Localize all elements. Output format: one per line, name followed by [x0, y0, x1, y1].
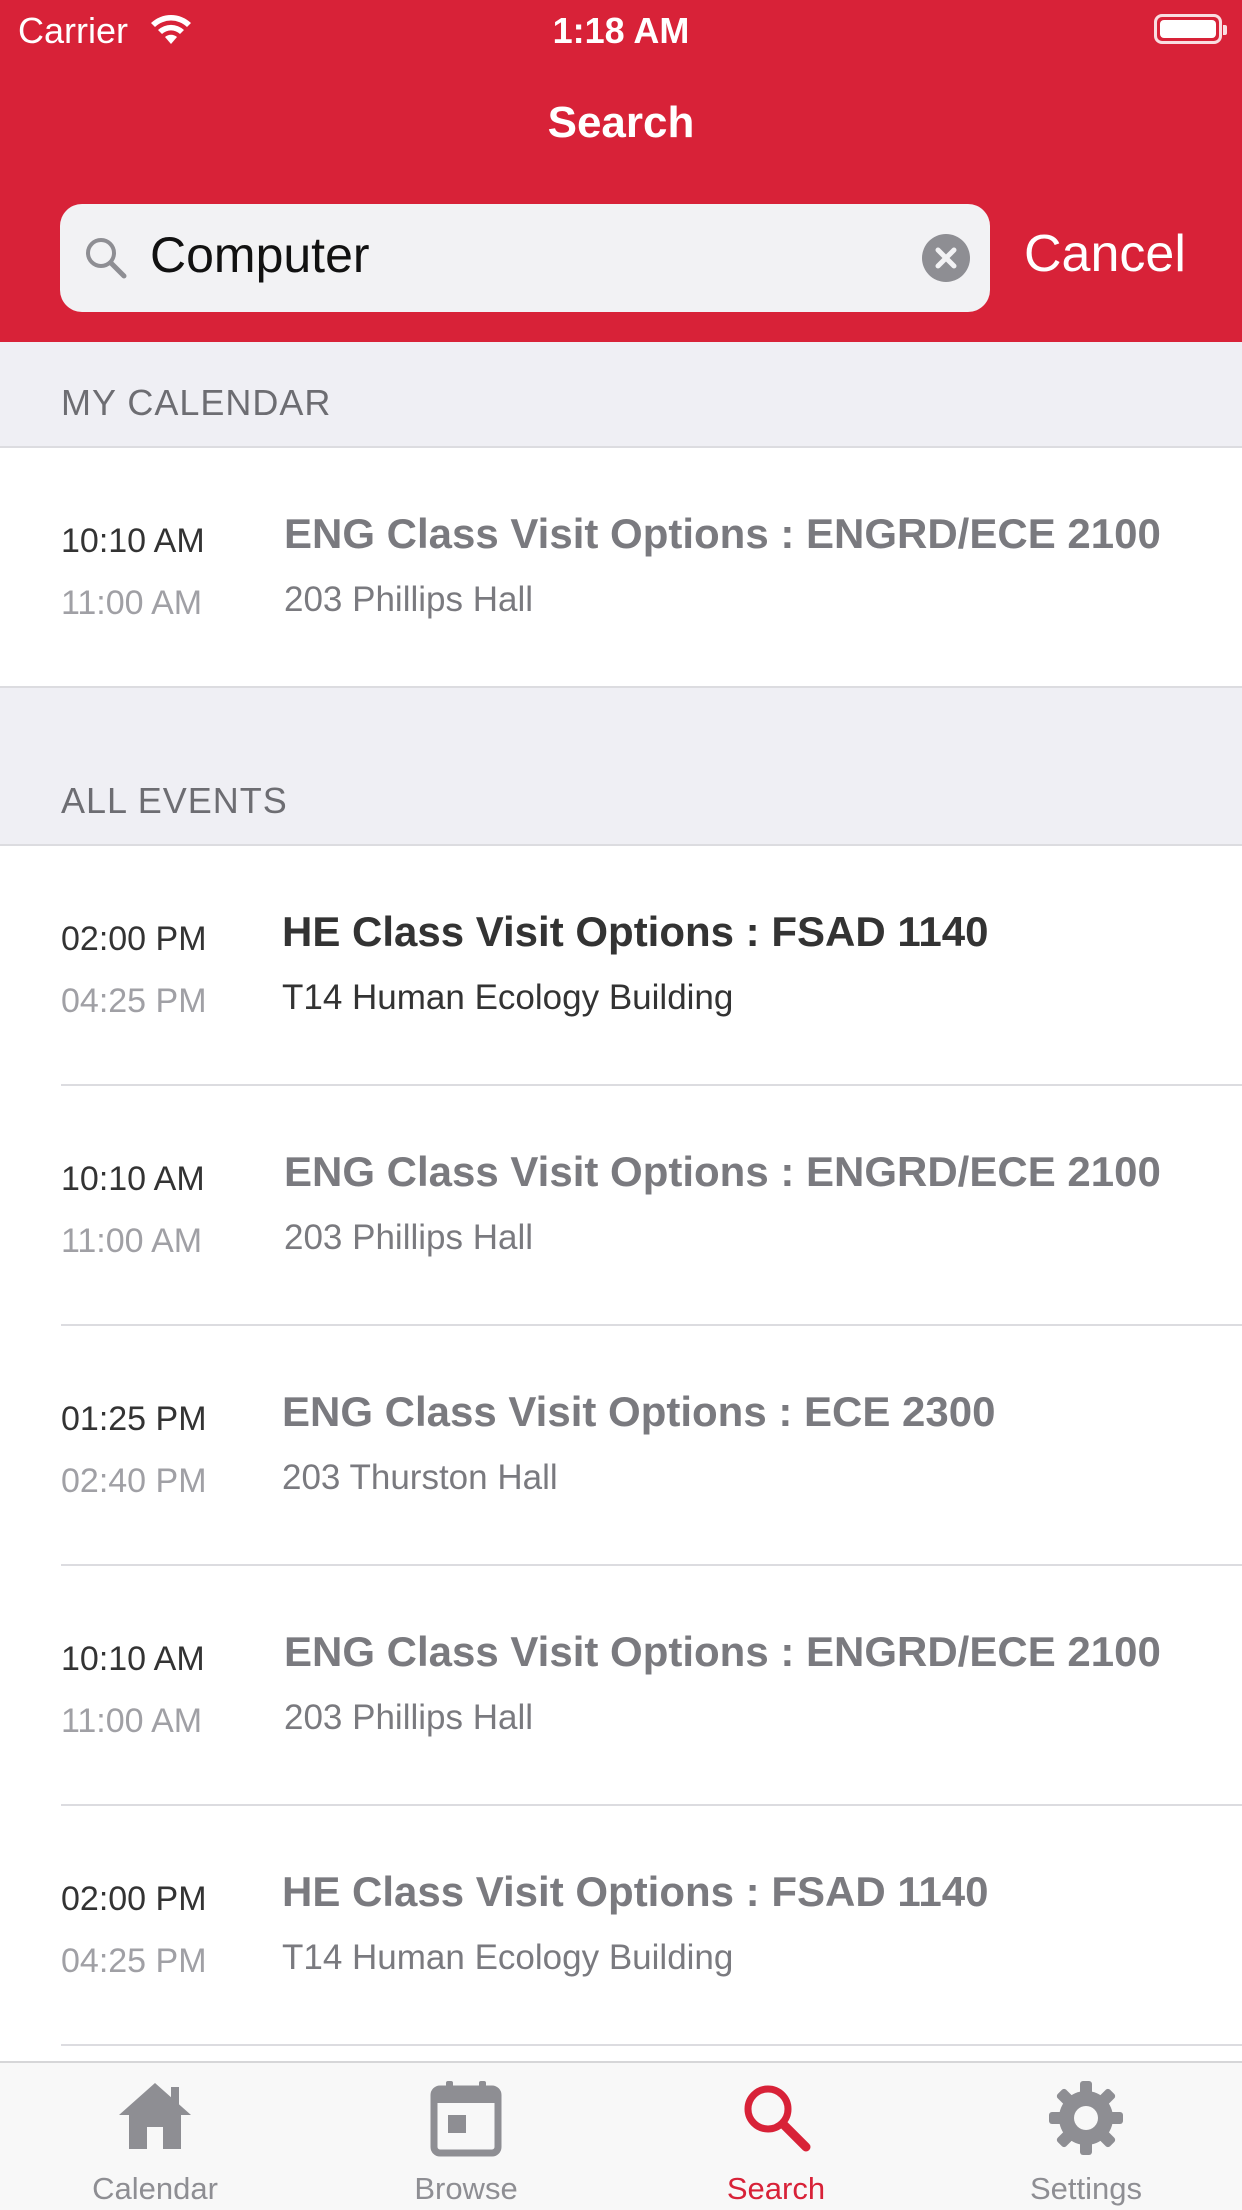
list-item[interactable]: 02:00 PM 04:25 PM HE Class Visit Options… — [0, 1806, 1242, 2044]
event-start-time: 10:10 AM — [61, 1640, 205, 1678]
search-icon — [621, 2079, 931, 2159]
event-location: 203 Thurston Hall — [282, 1458, 558, 1497]
event-title: ENG Class Visit Options : ENGRD/ECE 2100 — [284, 1148, 1161, 1195]
home-icon — [0, 2079, 310, 2159]
cancel-button[interactable]: Cancel — [1024, 224, 1186, 284]
event-title: HE Class Visit Options : FSAD 1140 — [282, 1868, 989, 1915]
tab-search[interactable]: Search — [621, 2063, 931, 2210]
event-location: T14 Human Ecology Building — [282, 1938, 734, 1977]
event-location: 203 Phillips Hall — [284, 1698, 534, 1737]
event-title: ENG Class Visit Options : ENGRD/ECE 2100 — [284, 1628, 1161, 1675]
event-start-time: 02:00 PM — [61, 1880, 207, 1918]
section-title: MY CALENDAR — [61, 382, 332, 423]
tab-settings[interactable]: Settings — [931, 2063, 1241, 2210]
event-start-time: 10:10 AM — [61, 522, 205, 560]
gear-icon — [931, 2079, 1241, 2159]
event-end-time: 04:25 PM — [61, 982, 207, 1020]
list-item[interactable]: 10:10 AM 11:00 AM ENG Class Visit Option… — [0, 448, 1242, 686]
event-end-time: 11:00 AM — [61, 1702, 203, 1740]
event-start-time: 02:00 PM — [61, 920, 207, 958]
event-end-time: 04:25 PM — [61, 1942, 207, 1980]
event-location: 203 Phillips Hall — [284, 580, 534, 619]
page-title: Search — [547, 98, 695, 147]
tab-calendar[interactable]: Calendar — [0, 2063, 310, 2210]
search-icon — [82, 234, 130, 287]
tab-label: Search — [726, 2171, 826, 2206]
section-header-my-calendar: MY CALENDAR — [0, 342, 1242, 446]
calendar-icon — [311, 2079, 621, 2159]
event-title: ENG Class Visit Options : ENGRD/ECE 2100 — [284, 510, 1161, 557]
event-title: HE Class Visit Options : FSAD 1140 — [282, 908, 989, 955]
event-end-time: 11:00 AM — [61, 1222, 203, 1260]
list-item[interactable]: 10:10 AM 11:00 AM ENG Class Visit Option… — [0, 1566, 1242, 1804]
list-item[interactable]: 02:00 PM 04:25 PM HE Class Visit Options… — [0, 846, 1242, 1084]
battery-icon — [1154, 14, 1227, 44]
tab-label: Calendar — [92, 2171, 218, 2206]
navigation-header: Carrier 1:18 AM Search Computer Cancel — [0, 0, 1242, 342]
tab-label: Browse — [414, 2171, 518, 2206]
event-location: T14 Human Ecology Building — [282, 978, 734, 1017]
section-title: ALL EVENTS — [61, 780, 288, 821]
clear-search-button[interactable] — [922, 234, 970, 282]
tab-bar: Calendar Browse Search Settings — [0, 2061, 1242, 2210]
list-item[interactable]: 01:25 PM 02:40 PM ENG Class Visit Option… — [0, 1326, 1242, 1564]
event-start-time: 01:25 PM — [61, 1400, 207, 1438]
close-icon — [935, 247, 957, 269]
search-input[interactable]: Computer — [60, 204, 990, 312]
event-start-time: 10:10 AM — [61, 1160, 205, 1198]
divider — [61, 2044, 1242, 2046]
status-bar: Carrier 1:18 AM — [0, 0, 1242, 62]
event-location: 203 Phillips Hall — [284, 1218, 534, 1257]
list-item[interactable]: 10:10 AM 11:00 AM ENG Class Visit Option… — [0, 1086, 1242, 1324]
event-end-time: 02:40 PM — [61, 1462, 207, 1500]
tab-label: Settings — [1029, 2171, 1142, 2206]
event-end-time: 11:00 AM — [61, 584, 203, 622]
search-query[interactable]: Computer — [150, 226, 370, 284]
event-title: ENG Class Visit Options : ECE 2300 — [282, 1388, 996, 1435]
status-time: 1:18 AM — [552, 10, 690, 51]
tab-browse[interactable]: Browse — [311, 2063, 621, 2210]
section-header-all-events: ALL EVENTS — [0, 688, 1242, 844]
